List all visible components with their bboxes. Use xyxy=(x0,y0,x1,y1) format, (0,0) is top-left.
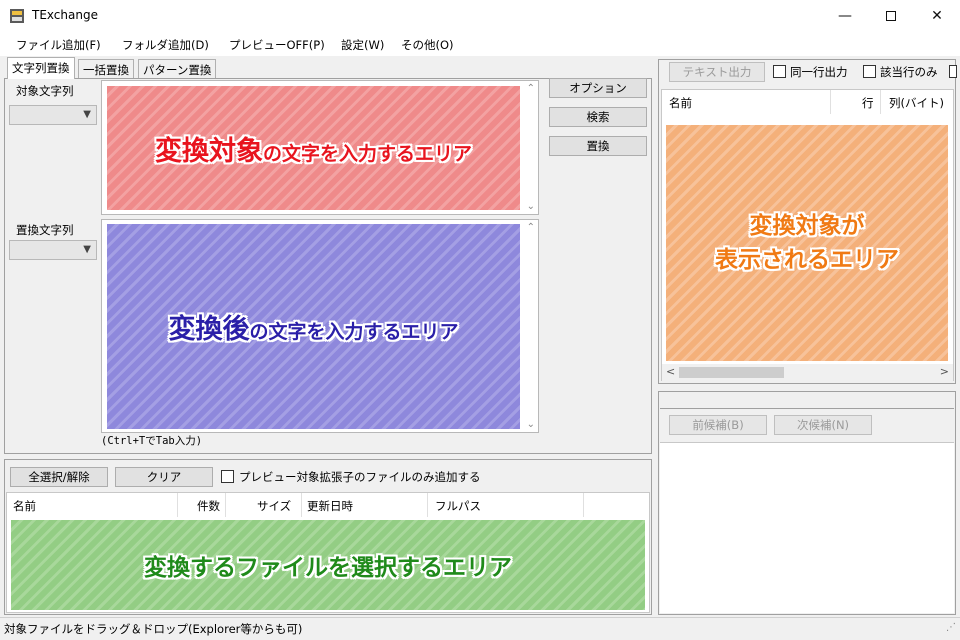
same-line-label: 同一行出力 xyxy=(790,65,848,79)
file-col-count[interactable]: 件数 xyxy=(197,498,220,514)
menu-bar: ファイル追加(F) フォルダ追加(D) プレビューOFF(P) 設定(W) その… xyxy=(0,32,960,56)
status-text: 対象ファイルをドラッグ＆ドロップ(Explorer等からも可) xyxy=(4,622,303,636)
result-col-line[interactable]: 行 xyxy=(862,95,874,111)
close-icon: ✕ xyxy=(931,8,943,24)
search-button[interactable]: 検索 xyxy=(549,107,647,127)
menu-other[interactable]: その他(O) xyxy=(401,37,454,53)
search-overlay-strong: 変換対象 xyxy=(154,135,263,167)
search-label: 対象文字列 xyxy=(16,84,74,98)
file-col-size[interactable]: サイズ xyxy=(257,498,291,514)
file-overlay-text: 変換するファイルを選択するエリア xyxy=(144,555,512,581)
resize-grip-icon[interactable]: ⋰ xyxy=(946,622,956,633)
preview-textarea[interactable] xyxy=(660,442,954,613)
replace-overlay-strong: 変換後 xyxy=(168,314,250,345)
file-col-modified[interactable]: 更新日時 xyxy=(307,498,353,514)
column-divider xyxy=(301,493,302,517)
minimize-icon: — xyxy=(838,8,852,24)
prev-candidate-button[interactable]: 前候補(B) xyxy=(669,415,767,435)
search-history-combo[interactable]: ▼ xyxy=(9,105,97,125)
extra-checkbox[interactable] xyxy=(949,65,957,78)
file-col-fullpath[interactable]: フルパス xyxy=(435,498,481,514)
scroll-up-icon[interactable]: ⌃ xyxy=(527,222,535,233)
menu-settings[interactable]: 設定(W) xyxy=(341,37,384,53)
next-candidate-button[interactable]: 次候補(N) xyxy=(774,415,872,435)
search-overlay-rest: の文字を入力するエリア xyxy=(262,142,472,165)
results-overlay-line1: 変換対象が xyxy=(749,213,865,239)
replace-button[interactable]: 置換 xyxy=(549,136,647,156)
results-area-overlay: 変換対象が 表示されるエリア xyxy=(666,125,948,361)
matching-only-label: 該当行のみ xyxy=(880,65,938,79)
preview-only-checkbox[interactable] xyxy=(221,470,234,483)
scroll-down-icon[interactable]: ⌄ xyxy=(527,201,535,212)
results-overlay-line2: 表示されるエリア xyxy=(715,247,899,273)
window-title: TExchange xyxy=(32,8,98,22)
minimize-button[interactable]: — xyxy=(822,0,868,32)
search-area-overlay: 変換対象の文字を入力するエリア xyxy=(107,86,520,210)
app-icon xyxy=(10,9,24,23)
column-divider xyxy=(225,493,226,517)
replace-area-overlay: 変換後の文字を入力するエリア xyxy=(107,224,520,429)
options-button[interactable]: オプション xyxy=(549,78,647,98)
scroll-left-icon[interactable]: < xyxy=(666,365,675,378)
menu-add-file[interactable]: ファイル追加(F) xyxy=(16,37,101,53)
file-area-overlay: 変換するファイルを選択するエリア xyxy=(11,520,645,610)
scroll-down-icon[interactable]: ⌄ xyxy=(527,419,535,430)
file-col-name[interactable]: 名前 xyxy=(13,498,36,514)
menu-add-folder[interactable]: フォルダ追加(D) xyxy=(122,37,209,53)
same-line-checkbox[interactable] xyxy=(773,65,786,78)
status-bar: 対象ファイルをドラッグ＆ドロップ(Explorer等からも可) ⋰ xyxy=(0,617,960,640)
column-divider xyxy=(583,493,584,517)
close-button[interactable]: ✕ xyxy=(914,0,960,32)
chevron-down-icon: ▼ xyxy=(83,244,91,255)
replace-history-combo[interactable]: ▼ xyxy=(9,240,97,260)
replace-overlay-rest: の文字を入力するエリア xyxy=(249,321,459,343)
results-hscrollbar[interactable]: < > xyxy=(662,364,953,381)
menu-preview[interactable]: プレビューOFF(P) xyxy=(229,37,325,53)
clear-button[interactable]: クリア xyxy=(115,467,213,487)
maximize-icon xyxy=(886,11,896,21)
tab-input-hint: (Ctrl+TでTab入力) xyxy=(101,435,203,447)
matching-only-checkbox[interactable] xyxy=(863,65,876,78)
select-all-button[interactable]: 全選択/解除 xyxy=(10,467,108,487)
scroll-up-icon[interactable]: ⌃ xyxy=(527,83,535,94)
tab-string-replace[interactable]: 文字列置換 xyxy=(7,57,75,79)
tab-pattern-replace[interactable]: パターン置換 xyxy=(138,59,217,79)
text-output-button[interactable]: テキスト出力 xyxy=(669,62,765,82)
title-bar: TExchange — ✕ xyxy=(0,0,960,32)
preview-header xyxy=(660,393,954,409)
result-col-column[interactable]: 列(バイト) xyxy=(889,95,944,111)
maximize-button[interactable] xyxy=(868,0,914,32)
column-divider xyxy=(830,90,831,114)
tab-bulk-replace[interactable]: 一括置換 xyxy=(78,59,134,79)
app-window: TExchange — ✕ ファイル追加(F) フォルダ追加(D) プレビューO… xyxy=(0,0,960,640)
column-divider xyxy=(177,493,178,517)
result-col-name[interactable]: 名前 xyxy=(669,95,692,111)
column-divider xyxy=(427,493,428,517)
scroll-right-icon[interactable]: > xyxy=(940,365,949,378)
chevron-down-icon: ▼ xyxy=(83,109,91,120)
scrollbar-thumb[interactable] xyxy=(679,367,784,378)
replace-label: 置換文字列 xyxy=(16,223,74,237)
preview-only-label: プレビュー対象拡張子のファイルのみ追加する xyxy=(239,470,481,484)
column-divider xyxy=(880,90,881,114)
